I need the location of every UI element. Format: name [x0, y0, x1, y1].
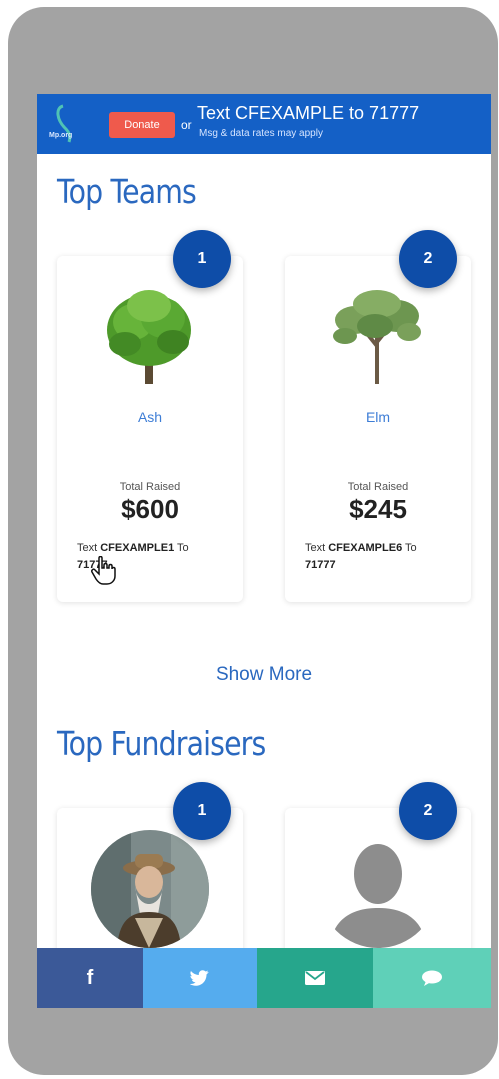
facebook-icon: f [86, 966, 94, 989]
text-to-give-label: Text CFEXAMPLE to 71777 [197, 103, 420, 123]
donation-banner: Mp.org Donate or Text CFEXAMPLE to 71777… [37, 94, 491, 154]
sms-share-button[interactable] [373, 948, 491, 1008]
phone-screen: Mp.org Donate or Text CFEXAMPLE to 71777… [37, 94, 491, 1008]
text-code: CFEXAMPLE1 [100, 542, 175, 554]
text-code-instruction: Text CFEXAMPLE6 To 71777 [305, 542, 417, 571]
share-bar: f [37, 948, 491, 1008]
show-more-link[interactable]: Show More [37, 664, 491, 686]
msg-rates-note: Msg & data rates may apply [199, 128, 323, 139]
rank-badge: 1 [173, 230, 231, 288]
text-code: CFEXAMPLE6 [328, 542, 403, 554]
hand-cursor-icon [91, 556, 116, 585]
team-name[interactable]: Ash [57, 409, 243, 425]
email-share-button[interactable] [257, 948, 373, 1008]
rank-badge: 2 [399, 782, 457, 840]
total-raised-amount: $245 [349, 494, 407, 524]
facebook-share-button[interactable]: f [37, 948, 143, 1008]
default-avatar-icon [319, 830, 437, 948]
envelope-icon [305, 971, 325, 985]
logo-icon [56, 104, 72, 143]
donate-button[interactable]: Donate [109, 112, 175, 138]
or-text: or [181, 118, 192, 132]
twitter-icon [190, 970, 209, 986]
top-fundraisers-title: Top Fundraisers [57, 724, 266, 763]
elm-tree-icon [333, 290, 421, 384]
total-raised-amount: $600 [121, 494, 179, 524]
logo-text: Mp.org [49, 132, 73, 139]
fundraiser-avatar [319, 830, 437, 948]
team-name[interactable]: Elm [285, 409, 471, 425]
total-raised-label: Total Raised [119, 481, 181, 493]
chat-bubble-icon [422, 970, 442, 986]
total-raised-label: Total Raised [347, 481, 409, 493]
team-card-elm[interactable]: Elm Total Raised $245 Text CFEXAMPLE6 To… [285, 256, 471, 602]
twitter-share-button[interactable] [143, 948, 257, 1008]
fundraiser-avatar [91, 830, 209, 948]
top-teams-title: Top Teams [57, 172, 197, 211]
team-card-ash[interactable]: Ash Total Raised $600 Text CFEXAMPLE1 To… [57, 256, 243, 602]
rank-badge: 1 [173, 782, 231, 840]
rank-badge: 2 [399, 230, 457, 288]
text-number: 71777 [305, 559, 336, 571]
ash-tree-icon [107, 290, 191, 384]
phone-frame: Mp.org Donate or Text CFEXAMPLE to 71777… [8, 7, 498, 1075]
fundraiser-photo [91, 830, 209, 948]
